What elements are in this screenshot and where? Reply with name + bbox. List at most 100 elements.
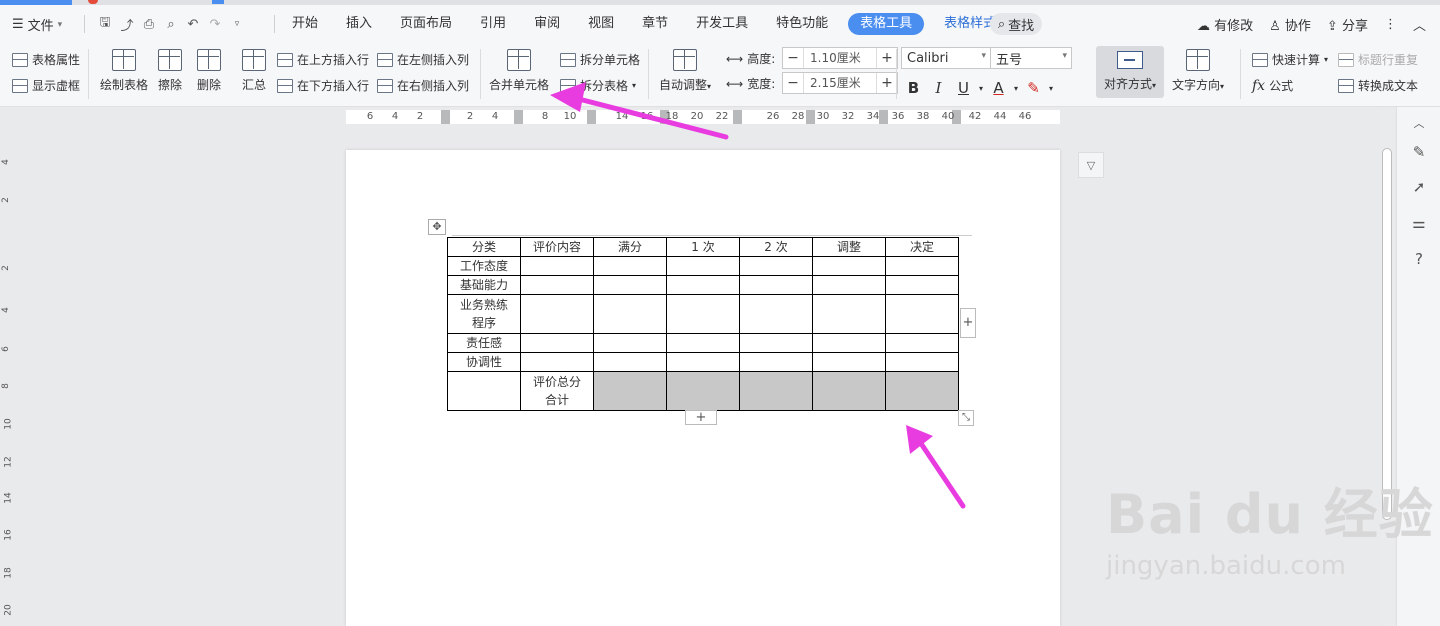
height-decrease-button[interactable]: − [783, 50, 803, 66]
table-header-cell[interactable]: 调整 [812, 237, 886, 257]
width-decrease-button[interactable]: − [783, 75, 803, 91]
selected-cell[interactable] [666, 371, 740, 411]
filter-icon[interactable]: ▽ [1078, 152, 1104, 178]
quick-calc-button[interactable]: 快速计算 ▾ [1252, 51, 1328, 68]
table-cell[interactable] [520, 275, 594, 295]
table-cell[interactable] [812, 256, 886, 276]
table-cell[interactable] [447, 371, 521, 411]
tab-insert[interactable]: 插入 [332, 5, 386, 43]
add-row-button[interactable]: + [685, 410, 717, 425]
height-increase-button[interactable]: + [877, 50, 897, 66]
tab-features[interactable]: 特色功能 [762, 5, 842, 43]
tab-view[interactable]: 视图 [574, 5, 628, 43]
selected-cell[interactable] [593, 371, 667, 411]
chevron-down-icon[interactable]: ▾ [1046, 77, 1056, 99]
tab-start[interactable]: 开始 [278, 5, 332, 43]
more-icon[interactable]: ⋮ [1384, 17, 1397, 32]
document-page[interactable]: ✥ 分类 评价内容 满分 1 次 2 次 调整 决定 工作态度 基础能力 业务熟… [346, 150, 1060, 626]
table-cell[interactable] [739, 275, 813, 295]
tab-developer[interactable]: 开发工具 [682, 5, 762, 43]
save-icon[interactable]: 🖫 [94, 13, 116, 35]
ruler-marker[interactable] [733, 110, 742, 124]
table-cell[interactable] [739, 256, 813, 276]
align-button[interactable]: 对齐方式▾ [1096, 46, 1164, 98]
height-value[interactable]: 1.10厘米 [803, 48, 877, 68]
bold-icon[interactable]: B [901, 77, 926, 99]
table-cell[interactable] [593, 352, 667, 372]
table-cell[interactable] [520, 333, 594, 353]
header-repeat-button[interactable]: 标题行重复 [1338, 51, 1418, 68]
italic-icon[interactable]: I [926, 77, 951, 99]
share-button[interactable]: ⇪ 分享 [1327, 15, 1368, 34]
table-cell[interactable] [885, 352, 959, 372]
table-cell[interactable] [885, 275, 959, 295]
table-cell[interactable]: 基础能力 [447, 275, 521, 295]
table-cell[interactable] [666, 294, 740, 334]
font-color-icon[interactable]: A [986, 77, 1011, 99]
width-value[interactable]: 2.15厘米 [803, 73, 877, 93]
width-increase-button[interactable]: + [877, 75, 897, 91]
add-column-button[interactable]: + [960, 308, 976, 338]
summary-button[interactable]: 汇总 [242, 49, 266, 93]
erase-button[interactable]: 擦除 [158, 49, 182, 93]
ruler-marker[interactable] [806, 110, 815, 124]
selected-cell[interactable] [812, 371, 886, 411]
table-cell[interactable] [812, 352, 886, 372]
table-cell[interactable] [593, 256, 667, 276]
table-cell[interactable] [739, 294, 813, 334]
resize-table-icon[interactable]: ⤡ [958, 410, 974, 426]
insert-row-below-button[interactable]: 在下方插入行 [277, 77, 369, 94]
tab-table-tools[interactable]: 表格工具 [848, 13, 925, 35]
table-cell[interactable] [593, 333, 667, 353]
table-cell[interactable] [666, 333, 740, 353]
cursor-icon[interactable]: ➚ [1409, 178, 1429, 198]
chevron-down-icon[interactable]: ▾ [976, 77, 986, 99]
table-cell[interactable]: 责任感 [447, 333, 521, 353]
table-header-cell[interactable]: 满分 [593, 237, 667, 257]
convert-to-text-button[interactable]: 转换成文本 [1338, 77, 1418, 94]
show-gridlines-button[interactable]: 显示虚框 [12, 77, 80, 94]
table-cell[interactable] [739, 333, 813, 353]
width-stepper[interactable]: − 2.15厘米 + [782, 72, 898, 94]
tab-page-layout[interactable]: 页面布局 [386, 5, 466, 43]
table-cell[interactable] [666, 275, 740, 295]
table-cell[interactable] [812, 294, 886, 334]
ruler-marker[interactable] [587, 110, 596, 124]
tab-review[interactable]: 审阅 [520, 5, 574, 43]
delete-button[interactable]: 删除 [197, 49, 221, 93]
table-cell[interactable]: 业务熟练程序 [447, 294, 521, 334]
table-cell[interactable] [812, 275, 886, 295]
collaborate-button[interactable]: ♙ 协作 [1269, 15, 1311, 34]
insert-column-left-button[interactable]: 在左侧插入列 [377, 51, 469, 68]
draw-table-button[interactable]: 绘制表格 [100, 49, 148, 93]
tab-chapter[interactable]: 章节 [628, 5, 682, 43]
pen-icon[interactable]: ✎ [1409, 143, 1429, 163]
split-table-button[interactable]: 拆分表格 ▾ [560, 77, 636, 94]
font-size-select[interactable]: 五号 ▾ [990, 47, 1072, 69]
chevron-up-icon[interactable]: ︿ [1409, 115, 1429, 135]
insert-row-above-button[interactable]: 在上方插入行 [277, 51, 369, 68]
table-cell[interactable] [739, 352, 813, 372]
print-icon[interactable]: ⎙ [138, 13, 160, 35]
collapse-ribbon-icon[interactable]: ︿ [1413, 15, 1426, 34]
tab-references[interactable]: 引用 [466, 5, 520, 43]
table-cell[interactable]: 协调性 [447, 352, 521, 372]
selected-cell[interactable] [739, 371, 813, 411]
table-cell[interactable] [520, 352, 594, 372]
table-cell[interactable] [666, 352, 740, 372]
redo-icon[interactable]: ↷ [204, 13, 226, 35]
table-header-cell[interactable]: 1 次 [666, 237, 740, 257]
auto-adjust-button[interactable]: 自动调整▾ [659, 49, 711, 93]
undo-icon[interactable]: ↶ [182, 13, 204, 35]
sliders-icon[interactable]: ⚌ [1409, 214, 1429, 234]
scrollbar-thumb[interactable] [1382, 148, 1392, 520]
table-cell[interactable] [593, 294, 667, 334]
print-preview-icon[interactable]: ⌕ [160, 13, 182, 35]
font-name-select[interactable]: Calibri ▾ [901, 47, 991, 69]
insert-column-right-button[interactable]: 在右侧插入列 [377, 77, 469, 94]
table-cell[interactable] [885, 256, 959, 276]
table-cell[interactable] [593, 275, 667, 295]
vertical-ruler[interactable]: 4 2 2 4 6 8 10 12 14 16 18 20 [0, 127, 18, 626]
merge-cells-button[interactable]: 合并单元格 [489, 49, 549, 93]
file-menu[interactable]: ☰ 文件 ▾ [12, 15, 62, 34]
